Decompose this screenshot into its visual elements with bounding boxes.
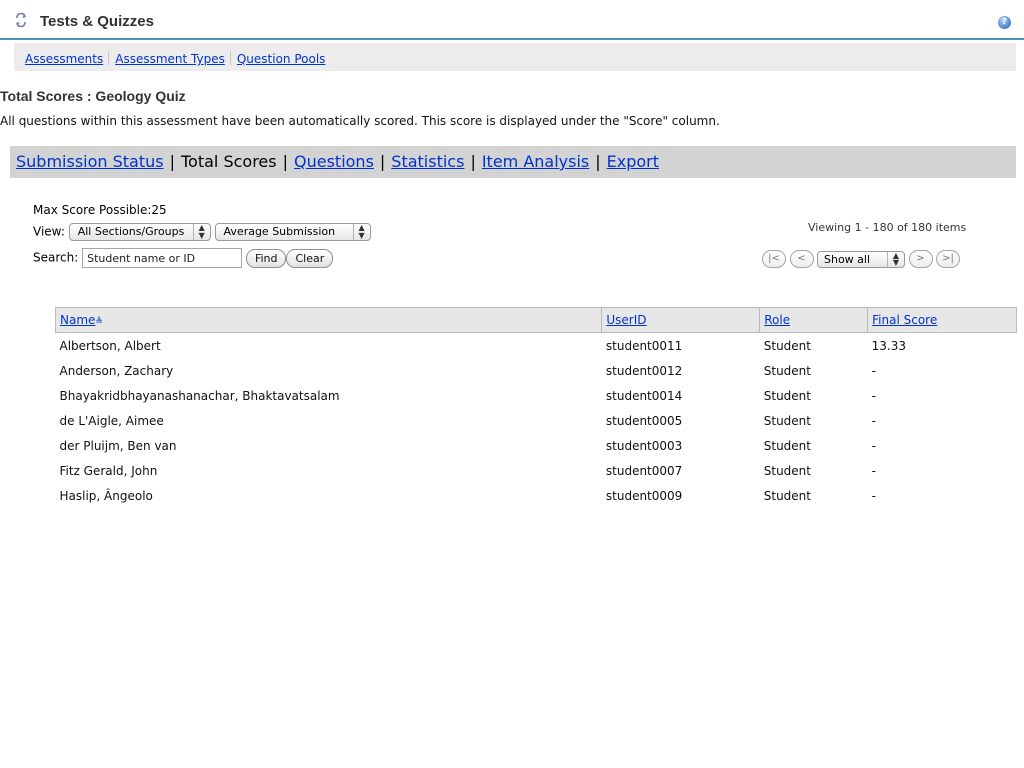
nav-divider bbox=[229, 51, 231, 65]
student-name-cell: Anderson, Zachary bbox=[59, 363, 174, 378]
previous-page-button[interactable]: < bbox=[789, 250, 814, 268]
tab-separator: | bbox=[169, 152, 175, 171]
sort-by-role-link[interactable]: Role bbox=[764, 313, 790, 327]
student-name-cell: Fitz Gerald, John bbox=[59, 463, 158, 478]
next-page-button[interactable]: > bbox=[908, 250, 933, 268]
table-row: Albertson, Albert student0011 Student 13.33 bbox=[56, 333, 1017, 359]
final-score-cell: - bbox=[871, 438, 876, 453]
help-icon[interactable]: ? bbox=[998, 16, 1011, 29]
final-score-cell: 13.33 bbox=[871, 338, 907, 353]
pager: |< < Show all ▲ ▼ > >| bbox=[762, 250, 960, 268]
table-row: de L'Aigle, Aimee student0005 Student - bbox=[56, 408, 1017, 433]
tab-statistics[interactable]: Statistics bbox=[391, 152, 464, 171]
nav-assessment-types-link[interactable]: Assessment Types bbox=[115, 52, 225, 66]
student-name-cell: Bhayakridbhayanashanachar, Bhaktavatsala… bbox=[59, 388, 340, 403]
scores-table-wrapper: Name≜ UserID Role Final Score Albertson,… bbox=[54, 307, 1017, 509]
instructions-text: All questions within this assessment hav… bbox=[0, 114, 720, 128]
find-button[interactable]: Find bbox=[245, 248, 287, 268]
table-row: Bhayakridbhayanashanachar, Bhaktavatsala… bbox=[56, 383, 1017, 408]
reset-arrows-icon[interactable] bbox=[14, 13, 28, 27]
role-cell: Student bbox=[763, 488, 811, 503]
tool-title-bar: Tests & Quizzes ? bbox=[0, 0, 1024, 40]
tab-separator: | bbox=[282, 152, 288, 171]
submission-select[interactable]: Average Submission ▲ ▼ bbox=[214, 223, 371, 241]
nav-question-pools-link[interactable]: Question Pools bbox=[237, 52, 326, 66]
sort-by-name-link[interactable]: Name bbox=[60, 313, 95, 327]
name-column-header: Name≜ bbox=[54, 307, 603, 333]
last-page-button[interactable]: >| bbox=[936, 250, 960, 268]
role-cell: Student bbox=[763, 463, 811, 478]
role-cell: Student bbox=[763, 363, 811, 378]
clear-button[interactable]: Clear bbox=[286, 248, 334, 268]
viewing-count: Viewing 1 - 180 of 180 items bbox=[808, 221, 967, 234]
final-score-column-header: Final Score bbox=[867, 307, 1017, 333]
userid-cell: student0012 bbox=[605, 363, 683, 378]
final-score-cell: - bbox=[871, 463, 876, 478]
sort-by-final-score-link[interactable]: Final Score bbox=[872, 313, 937, 327]
page-size-value: Show all bbox=[824, 252, 871, 266]
student-name-cell: Albertson, Albert bbox=[59, 338, 161, 353]
userid-cell: student0003 bbox=[605, 438, 683, 453]
student-name-cell: der Pluijm, Ben van bbox=[59, 438, 177, 453]
select-arrows-icon: ▲ ▼ bbox=[192, 224, 210, 240]
userid-cell: student0007 bbox=[605, 463, 683, 478]
select-arrows-icon: ▲ ▼ bbox=[887, 251, 904, 267]
scores-sub-nav: Submission Status | Total Scores | Questions… bbox=[10, 146, 1016, 178]
final-score-cell: - bbox=[871, 388, 876, 403]
first-page-button[interactable]: |< bbox=[762, 250, 786, 268]
view-filter-row: View: All Sections/Groups ▲ ▼ Average Sub… bbox=[33, 223, 371, 241]
role-cell: Student bbox=[763, 338, 811, 353]
table-row: Haslip, Ângeolo student0009 Student - bbox=[56, 483, 1017, 508]
table-body: Albertson, Albert student0011 Student 13.33… bbox=[56, 333, 1017, 509]
table-row: der Pluijm, Ben van student0003 Student - bbox=[56, 433, 1017, 458]
page-size-select[interactable]: Show all ▲ ▼ bbox=[817, 250, 905, 268]
sections-select-value: All Sections/Groups bbox=[77, 225, 185, 238]
table-row: Fitz Gerald, John student0007 Student - bbox=[56, 458, 1017, 483]
table-row: Anderson, Zachary student0012 Student - bbox=[56, 358, 1017, 383]
tool-title: Tests & Quizzes bbox=[40, 13, 154, 30]
userid-column-header: UserID bbox=[601, 307, 761, 333]
userid-cell: student0011 bbox=[605, 338, 683, 353]
tab-separator: | bbox=[379, 152, 386, 171]
role-cell: Student bbox=[763, 413, 811, 428]
nav-assessments-link[interactable]: Assessments bbox=[25, 52, 103, 66]
submission-select-value: Average Submission bbox=[223, 225, 336, 238]
student-name-cell: Haslip, Ângeolo bbox=[59, 488, 153, 503]
tab-export[interactable]: Export bbox=[607, 152, 659, 171]
sort-ascending-icon[interactable]: ≜ bbox=[95, 317, 103, 327]
role-cell: Student bbox=[763, 438, 811, 453]
student-name-cell: de L'Aigle, Aimee bbox=[59, 413, 164, 428]
role-column-header: Role bbox=[759, 307, 869, 333]
tab-item-analysis[interactable]: Item Analysis bbox=[482, 152, 589, 171]
tab-submission-status[interactable]: Submission Status bbox=[16, 152, 164, 171]
tool-nav-bar: Assessments Assessment Types Question Pool… bbox=[14, 43, 1016, 71]
select-arrows-icon: ▲ ▼ bbox=[352, 224, 370, 240]
userid-cell: student0009 bbox=[605, 488, 683, 503]
tab-separator: | bbox=[595, 152, 601, 171]
sections-select[interactable]: All Sections/Groups ▲ ▼ bbox=[68, 223, 211, 241]
userid-cell: student0005 bbox=[605, 413, 683, 428]
final-score-cell: - bbox=[871, 363, 876, 378]
page-title: Total Scores : Geology Quiz bbox=[0, 88, 186, 104]
sort-by-userid-link[interactable]: UserID bbox=[606, 313, 646, 327]
role-cell: Student bbox=[763, 388, 811, 403]
userid-cell: student0014 bbox=[605, 388, 683, 403]
final-score-cell: - bbox=[871, 488, 876, 503]
final-score-cell: - bbox=[871, 413, 876, 428]
view-label: View: bbox=[33, 224, 65, 239]
tab-questions[interactable]: Questions bbox=[294, 152, 374, 171]
max-score-label: Max Score Possible:25 bbox=[33, 203, 167, 217]
scores-table: Name≜ UserID Role Final Score Albertson,… bbox=[54, 307, 1017, 509]
search-row: Search: Student name or ID Find Clear bbox=[33, 248, 334, 268]
search-label: Search: bbox=[33, 250, 79, 265]
table-header-row: Name≜ UserID Role Final Score bbox=[54, 307, 1017, 333]
tab-separator: | bbox=[470, 152, 476, 171]
nav-divider bbox=[108, 51, 110, 65]
search-input[interactable]: Student name or ID bbox=[82, 248, 243, 268]
tab-total-scores: Total Scores bbox=[181, 152, 277, 171]
